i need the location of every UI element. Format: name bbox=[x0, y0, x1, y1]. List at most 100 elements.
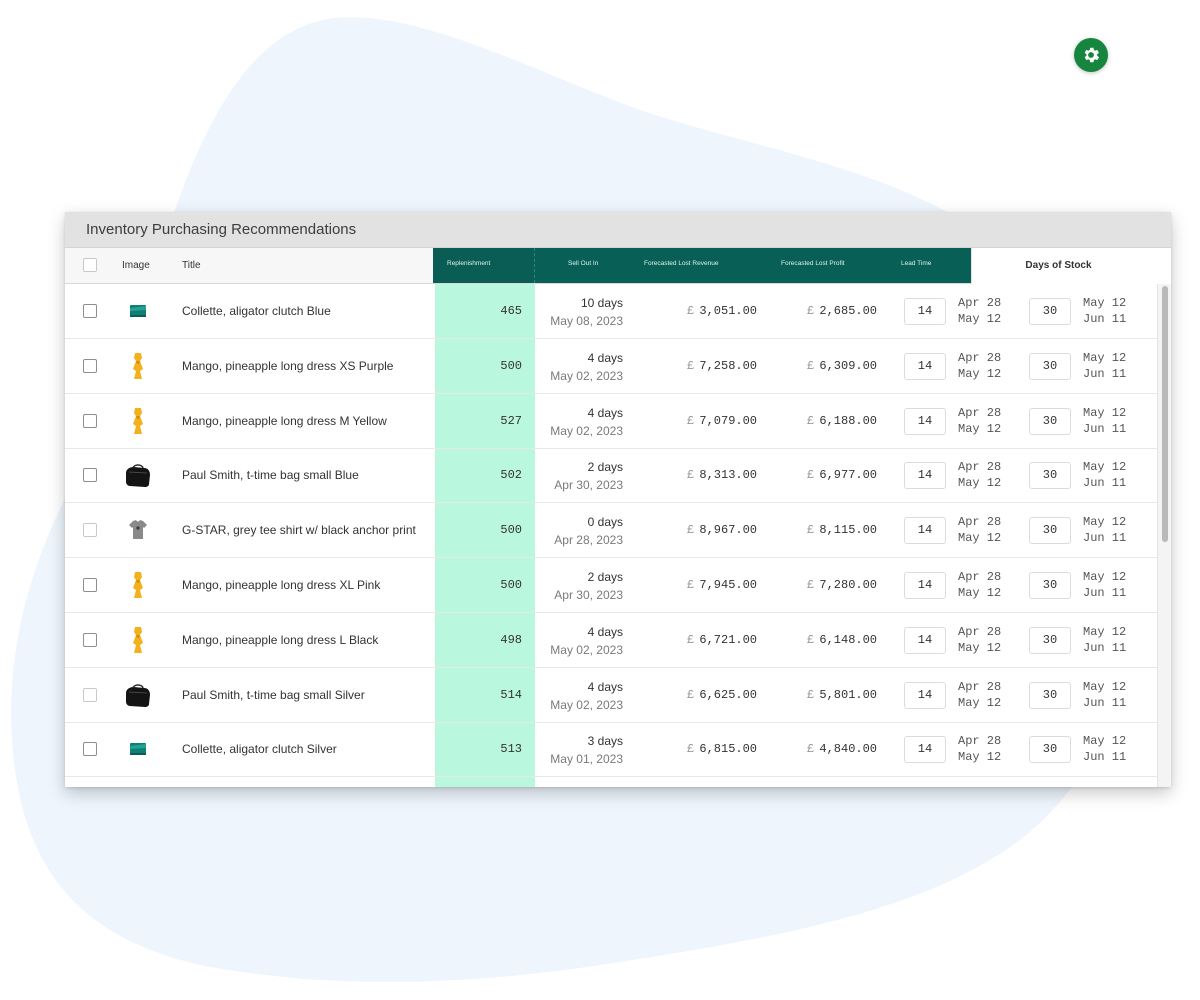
lead-time-input[interactable]: 14 bbox=[904, 298, 946, 325]
inventory-panel: Inventory Purchasing Recommendations Ima… bbox=[65, 212, 1171, 787]
lost-revenue-value: 6,625.00 bbox=[699, 687, 757, 702]
replenishment-value: 500 bbox=[500, 523, 522, 538]
replenishment-value: 514 bbox=[500, 687, 522, 702]
table-row[interactable]: Paul Smith, t-time bag small Silver 514 … bbox=[65, 668, 1157, 723]
select-all-checkbox[interactable] bbox=[83, 258, 97, 272]
lead-time-end-date: May 12 bbox=[958, 640, 1002, 655]
stock-start-date: May 12 bbox=[1083, 350, 1127, 365]
days-of-stock-input[interactable]: 30 bbox=[1029, 572, 1071, 599]
header-sell-out-in[interactable]: Sell Out In bbox=[568, 248, 598, 283]
days-of-stock-input[interactable]: 30 bbox=[1029, 736, 1071, 764]
days-of-stock-input[interactable]: 30 bbox=[1029, 298, 1071, 325]
header-days-of-stock-cell[interactable]: Days of Stock bbox=[971, 248, 1171, 284]
sell-out-days: 2 days bbox=[587, 570, 623, 584]
currency-symbol: £ bbox=[687, 632, 695, 647]
lead-time-start-date: Apr 28 bbox=[958, 460, 1002, 475]
lead-time-start-date: Apr 28 bbox=[958, 624, 1002, 639]
product-image bbox=[121, 515, 155, 545]
row-checkbox[interactable] bbox=[83, 358, 97, 373]
table-row[interactable]: Mango, pineapple long dress L Black 498 … bbox=[65, 613, 1157, 668]
table-row[interactable]: Paul Smith, t-time bag small Blue 502 2 … bbox=[65, 448, 1157, 504]
lost-profit-value: 6,188.00 bbox=[819, 413, 877, 428]
header-forecasted-lost-revenue[interactable]: Forecasted Lost Revenue bbox=[644, 248, 718, 283]
table-row[interactable]: Mango, pineapple long dress M Yellow 527… bbox=[65, 394, 1157, 449]
lead-time-end-date: May 12 bbox=[958, 312, 1002, 326]
lead-time-input[interactable]: 14 bbox=[904, 462, 946, 490]
table-row[interactable]: Mango, pineapple long dress XS Purple 50… bbox=[65, 339, 1157, 394]
row-checkbox[interactable] bbox=[83, 578, 97, 592]
currency-symbol: £ bbox=[807, 687, 815, 702]
row-checkbox[interactable] bbox=[83, 468, 97, 483]
lost-revenue-value: 7,258.00 bbox=[699, 358, 757, 373]
header-forecasted-lost-profit[interactable]: Forecasted Lost Profit bbox=[781, 248, 845, 283]
lead-time-input[interactable]: 14 bbox=[904, 572, 946, 599]
product-title: Collette, aligator clutch Silver bbox=[182, 742, 337, 757]
lost-profit-value: 5,801.00 bbox=[819, 687, 877, 702]
product-title: G-STAR, grey tee shirt w/ black anchor p… bbox=[182, 523, 416, 538]
scrollbar-thumb[interactable] bbox=[1162, 286, 1168, 542]
sell-out-days: 4 days bbox=[587, 350, 623, 365]
table-row[interactable]: G-STAR, grey tee shirt w/ black anchor p… bbox=[65, 503, 1157, 559]
lead-time-start-date: Apr 28 bbox=[958, 679, 1002, 694]
row-checkbox[interactable] bbox=[83, 304, 97, 318]
sell-out-date: May 01, 2023 bbox=[550, 752, 623, 767]
days-of-stock-input[interactable]: 30 bbox=[1029, 407, 1071, 435]
sell-out-date: May 02, 2023 bbox=[550, 642, 623, 657]
header-title[interactable]: Title bbox=[182, 248, 201, 284]
lost-profit-value: 8,115.00 bbox=[819, 523, 877, 538]
lost-profit-value: 7,280.00 bbox=[819, 578, 877, 592]
currency-symbol: £ bbox=[687, 578, 695, 592]
sell-out-date: May 02, 2023 bbox=[550, 368, 623, 383]
product-image bbox=[121, 406, 155, 436]
stock-end-date: Jun 11 bbox=[1083, 586, 1127, 600]
days-of-stock-input[interactable]: 30 bbox=[1029, 517, 1071, 545]
currency-symbol: £ bbox=[807, 742, 815, 757]
lost-revenue-value: 7,079.00 bbox=[699, 413, 757, 428]
header-image[interactable]: Image bbox=[122, 248, 150, 284]
header-lead-time[interactable]: Lead Time bbox=[901, 248, 931, 283]
currency-symbol: £ bbox=[687, 523, 695, 538]
table-header: Image Title Sell Out In Forecasted Lost … bbox=[65, 248, 1171, 284]
header-days-of-stock: Days of Stock bbox=[1025, 260, 1092, 271]
currency-symbol: £ bbox=[687, 468, 695, 483]
lead-time-start-date: Apr 28 bbox=[958, 515, 1002, 530]
dress-icon bbox=[121, 407, 155, 440]
stock-start-date: May 12 bbox=[1083, 296, 1127, 310]
lead-time-input[interactable]: 14 bbox=[904, 681, 946, 709]
row-checkbox[interactable] bbox=[83, 523, 97, 538]
bag-icon bbox=[121, 683, 155, 714]
row-checkbox[interactable] bbox=[83, 687, 97, 702]
vertical-scrollbar[interactable] bbox=[1157, 284, 1171, 787]
currency-symbol: £ bbox=[807, 413, 815, 428]
table-row[interactable]: Collette, aligator clutch Silver 513 3 d… bbox=[65, 722, 1157, 778]
sell-out-days: 10 days bbox=[580, 296, 623, 310]
lead-time-input[interactable]: 14 bbox=[904, 736, 946, 764]
row-checkbox[interactable] bbox=[83, 742, 97, 757]
lead-time-input[interactable]: 14 bbox=[904, 517, 946, 545]
lead-time-input[interactable]: 14 bbox=[904, 352, 946, 380]
sell-out-date: May 02, 2023 bbox=[550, 697, 623, 712]
days-of-stock-input[interactable]: 30 bbox=[1029, 681, 1071, 709]
days-of-stock-input[interactable]: 30 bbox=[1029, 626, 1071, 654]
row-checkbox[interactable] bbox=[83, 413, 97, 428]
currency-symbol: £ bbox=[807, 632, 815, 647]
stock-start-date: May 12 bbox=[1083, 515, 1127, 530]
currency-symbol: £ bbox=[687, 304, 695, 318]
settings-button[interactable] bbox=[1074, 38, 1108, 72]
sell-out-days: 4 days bbox=[587, 624, 623, 639]
table-row[interactable]: Mango, pineapple long dress XL Pink 500 … bbox=[65, 558, 1157, 613]
sell-out-date: May 02, 2023 bbox=[550, 423, 623, 438]
replenishment-value: 498 bbox=[500, 632, 522, 647]
dress-icon bbox=[121, 352, 155, 385]
days-of-stock-input[interactable]: 30 bbox=[1029, 352, 1071, 380]
replenishment-value: 513 bbox=[500, 742, 522, 757]
lead-time-input[interactable]: 14 bbox=[904, 407, 946, 435]
replenishment-value: 500 bbox=[500, 578, 522, 592]
product-image bbox=[121, 734, 155, 764]
tshirt-icon bbox=[121, 520, 155, 549]
header-replenishment-cell[interactable]: Replenishment bbox=[433, 248, 535, 283]
row-checkbox[interactable] bbox=[83, 632, 97, 647]
lead-time-input[interactable]: 14 bbox=[904, 626, 946, 654]
table-row[interactable]: Collette, aligator clutch Blue 465 10 da… bbox=[65, 284, 1157, 339]
days-of-stock-input[interactable]: 30 bbox=[1029, 462, 1071, 490]
